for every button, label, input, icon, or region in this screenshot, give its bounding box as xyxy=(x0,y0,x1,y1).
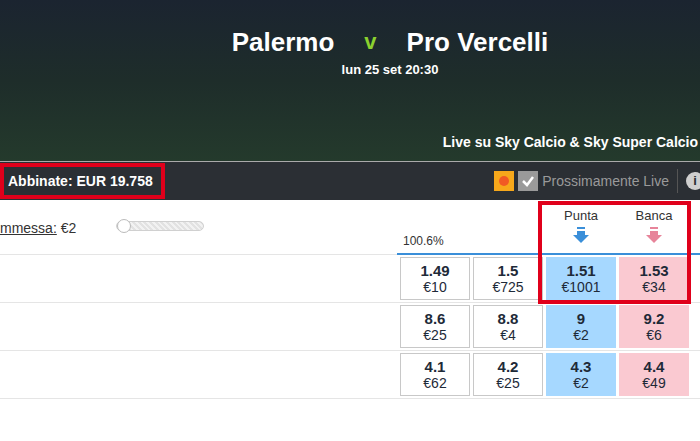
check-icon xyxy=(521,174,535,188)
back-price-cell[interactable]: 8.8€4 xyxy=(473,305,543,348)
back-price-cell[interactable]: 9€2 xyxy=(546,305,616,348)
back-price-cell[interactable]: 4.2€25 xyxy=(473,353,543,396)
lay-price-cell[interactable]: 9.2€6 xyxy=(619,305,689,348)
live-checkbox[interactable] xyxy=(518,171,538,191)
lay-price-cell[interactable]: 4.4€49 xyxy=(619,353,689,396)
book-percentage: 100.6% xyxy=(400,232,543,253)
back-price-cell[interactable]: 8.6€25 xyxy=(400,305,470,348)
matched-amount: Abbinate: EUR 19.758 xyxy=(0,163,165,199)
home-team: Palermo xyxy=(232,26,335,58)
stake-label: mmessa: xyxy=(0,218,57,239)
runner-row: 4.1€624.2€254.3€24.4€49 xyxy=(0,351,700,399)
runner-row: 1.49€101.5€7251.51€10011.53€34 xyxy=(0,255,700,303)
runner-row: 8.6€258.8€49€29.2€6 xyxy=(0,303,700,351)
back-price-cell[interactable]: 4.1€62 xyxy=(400,353,470,396)
lay-column-header: Banca xyxy=(619,200,689,253)
back-price-cell[interactable]: 4.3€2 xyxy=(546,353,616,396)
live-indicator-icon xyxy=(494,171,514,191)
arrow-down-blue-icon xyxy=(572,226,590,244)
slider-thumb[interactable] xyxy=(117,219,131,233)
highlight-box xyxy=(538,201,691,304)
live-label: Prossimamente Live xyxy=(542,171,669,192)
event-header: Palermo v Pro Vercellilun 25 set 20:30 Live… xyxy=(0,0,700,162)
back-column-header: Punta xyxy=(546,200,616,253)
back-price-cell[interactable]: 1.51€1001 xyxy=(546,257,616,300)
stake-value: €2 xyxy=(61,218,77,239)
broadcast-info: Live su Sky Calcio & Sky Super Calcio xyxy=(443,132,700,161)
event-title: Palermo v Pro Vercelli xyxy=(0,0,700,58)
back-price-cell[interactable]: 1.5€725 xyxy=(473,257,543,300)
toolbar: Abbinate: EUR 19.758 Prossimamente Live i xyxy=(0,162,700,200)
event-datetime: lun 25 set 20:30 xyxy=(0,60,700,80)
market: mmessa:€2100.6%PuntaBanca1.49€101.5€7251… xyxy=(0,200,700,441)
arrow-down-pink-icon xyxy=(645,226,663,244)
stake-slider[interactable] xyxy=(116,221,204,231)
page: Palermo v Pro Vercellilun 25 set 20:30 Live… xyxy=(0,0,700,441)
lay-price-cell[interactable]: 1.53€34 xyxy=(619,257,689,300)
away-team: Pro Vercelli xyxy=(407,26,549,58)
info-button[interactable]: i xyxy=(686,172,700,190)
versus: v xyxy=(364,26,376,58)
back-price-cell[interactable]: 1.49€10 xyxy=(400,257,470,300)
stake-control: mmessa:€2 xyxy=(0,200,397,254)
market-header: mmessa:€2100.6%PuntaBanca xyxy=(0,200,700,255)
